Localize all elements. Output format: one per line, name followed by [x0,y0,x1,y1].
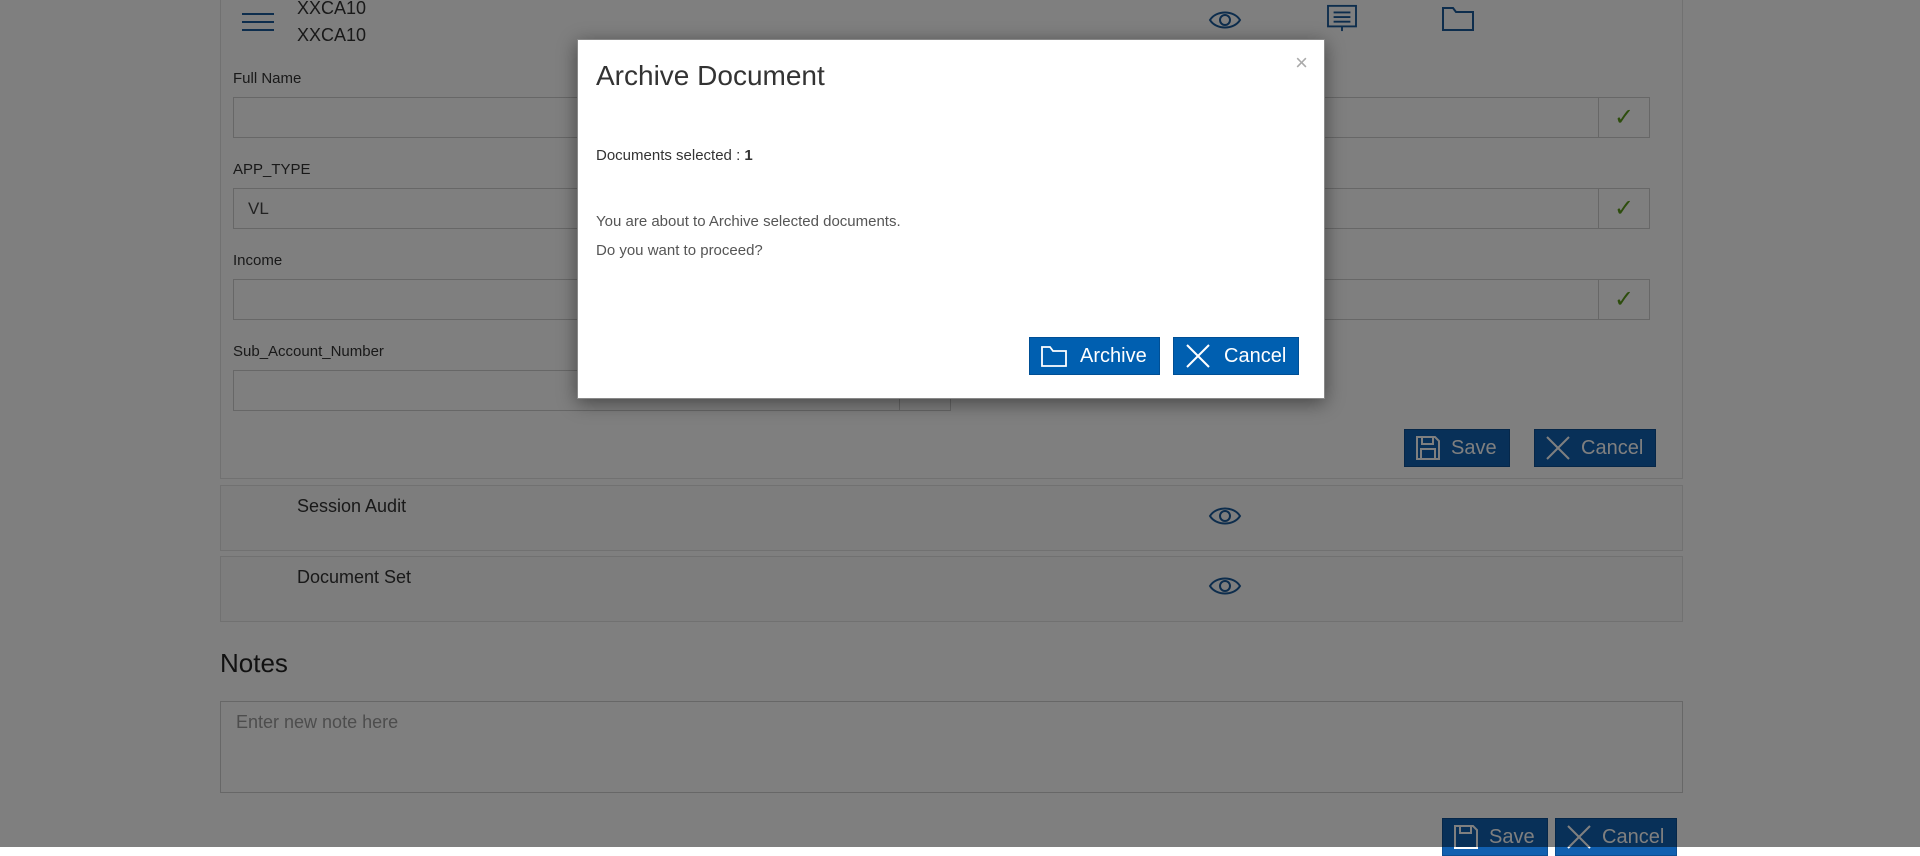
documents-selected-count: 1 [744,147,753,164]
dialog-title: Archive Document [596,60,825,91]
archive-button[interactable]: Archive [1029,337,1160,375]
documents-selected-label: Documents selected : [596,147,745,164]
archive-document-dialog: Archive Document × Documents selected : … [577,39,1325,399]
cancel-button[interactable]: Cancel [1173,337,1300,375]
proceed-question-text: Do you want to proceed? [596,242,763,259]
archive-button-label: Archive [1080,344,1147,367]
close-icon [1186,344,1210,368]
documents-selected-text: Documents selected : 1 [596,147,753,164]
cancel-button-label: Cancel [1224,344,1287,367]
folder-icon [1041,346,1067,367]
close-icon[interactable]: × [1295,52,1308,74]
archive-warning-text: You are about to Archive selected docume… [596,213,901,230]
